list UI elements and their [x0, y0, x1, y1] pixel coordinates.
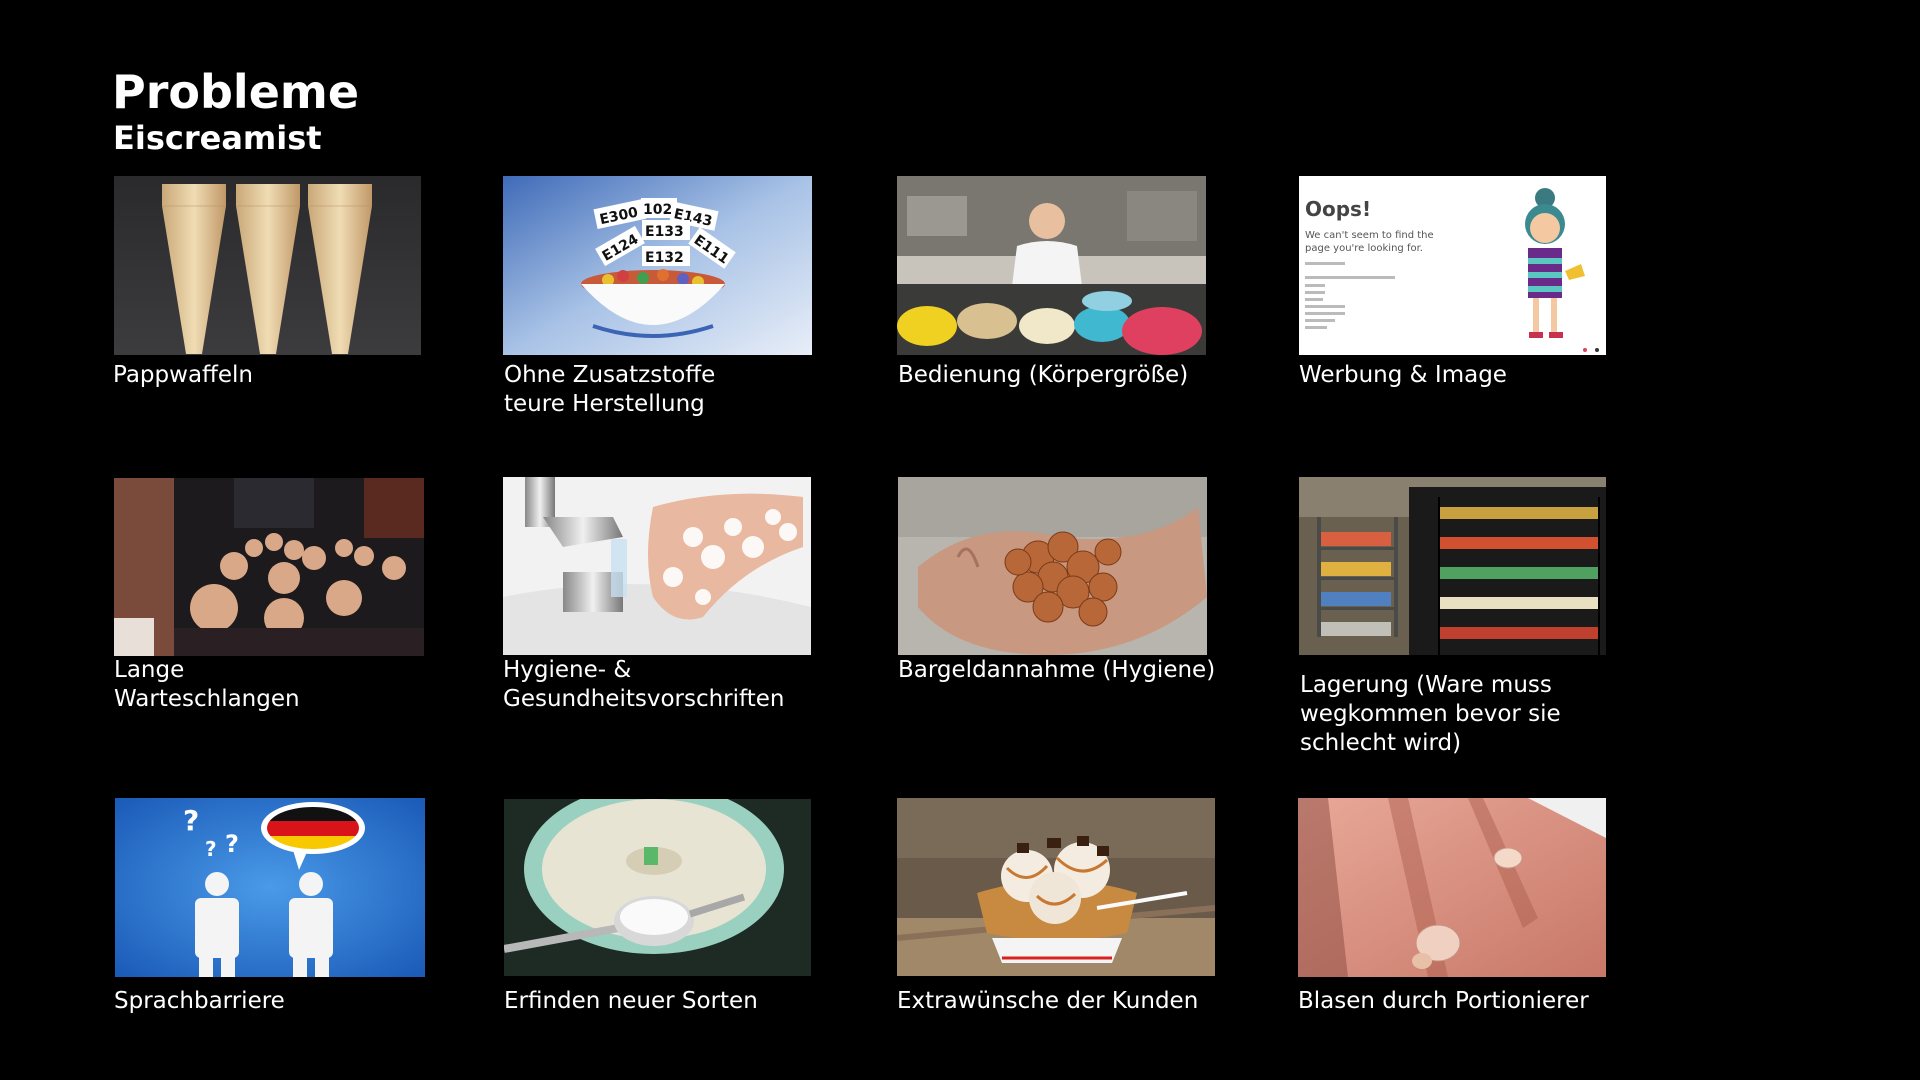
storage-shelves-image [1299, 477, 1606, 655]
error-page-image: Oops! We can't seem to find the page you… [1299, 176, 1606, 355]
tile-bedienung-image [897, 176, 1206, 355]
tile-caption: Erfinden neuer Sorten [504, 988, 758, 1014]
ice-cream-sundae-image [897, 798, 1215, 976]
tile-caption: Hygiene- & Gesundheitsvorschriften [503, 657, 785, 712]
tile-caption: Ohne Zusatzstoffe teure Herstellung [504, 362, 716, 417]
slide-subtitle: Eiscreamist [113, 119, 322, 157]
language-barrier-image: ? ? ? [115, 798, 425, 977]
tile-werbung-image: Oops! We can't seem to find the page you… [1299, 176, 1606, 355]
label-e132: E132 [645, 250, 684, 266]
tile-hygiene-image [503, 477, 811, 655]
ice-cream-cones-image [114, 176, 421, 355]
new-flavors-image [504, 799, 811, 976]
tile-caption: Werbung & Image [1299, 362, 1507, 388]
tile-pappwaffeln-image [114, 176, 421, 355]
oops-heading: Oops! [1305, 197, 1371, 221]
additives-bowl-image: E300 102 E143 E133 E124 E111 E132 [503, 176, 812, 355]
tile-blasen-image [1298, 798, 1606, 977]
tile-caption: Lagerung (Ware muss wegkommen bevor sie … [1300, 672, 1561, 756]
slide-title: Probleme [112, 65, 360, 119]
tile-caption: Pappwaffeln [113, 362, 253, 388]
ice-cream-counter-image [897, 176, 1206, 355]
svg-text:?: ? [205, 837, 217, 861]
oops-line-1: We can't seem to find the [1305, 230, 1434, 241]
tile-lagerung-image [1299, 477, 1606, 655]
oops-line-2: page you're looking for. [1305, 243, 1423, 254]
tile-caption: Lange Warteschlangen [114, 657, 300, 712]
hand-washing-image [503, 477, 811, 655]
tile-caption: Blasen durch Portionierer [1298, 988, 1589, 1014]
tile-caption: Extrawünsche der Kunden [897, 988, 1199, 1014]
tile-sorten-image [504, 799, 811, 976]
tile-extrawuensche-image [897, 798, 1215, 976]
tile-caption: Bedienung (Körpergröße) [898, 362, 1189, 388]
svg-text:?: ? [183, 804, 199, 837]
label-102: 102 [643, 202, 672, 218]
blistered-hand-image [1298, 798, 1606, 977]
tile-additives-image: E300 102 E143 E133 E124 E111 E132 [503, 176, 812, 355]
svg-text:?: ? [225, 830, 239, 858]
label-e133: E133 [645, 224, 684, 240]
crowd-queue-image [114, 478, 424, 656]
tile-bargeld-image [898, 477, 1207, 655]
tile-caption: Bargeldannahme (Hygiene) [898, 657, 1216, 683]
tile-sprachbarriere-image: ? ? ? [115, 798, 425, 977]
tile-caption: Sprachbarriere [114, 988, 285, 1014]
tile-warteschlangen-image [114, 478, 424, 656]
coins-in-hand-image [898, 477, 1207, 655]
